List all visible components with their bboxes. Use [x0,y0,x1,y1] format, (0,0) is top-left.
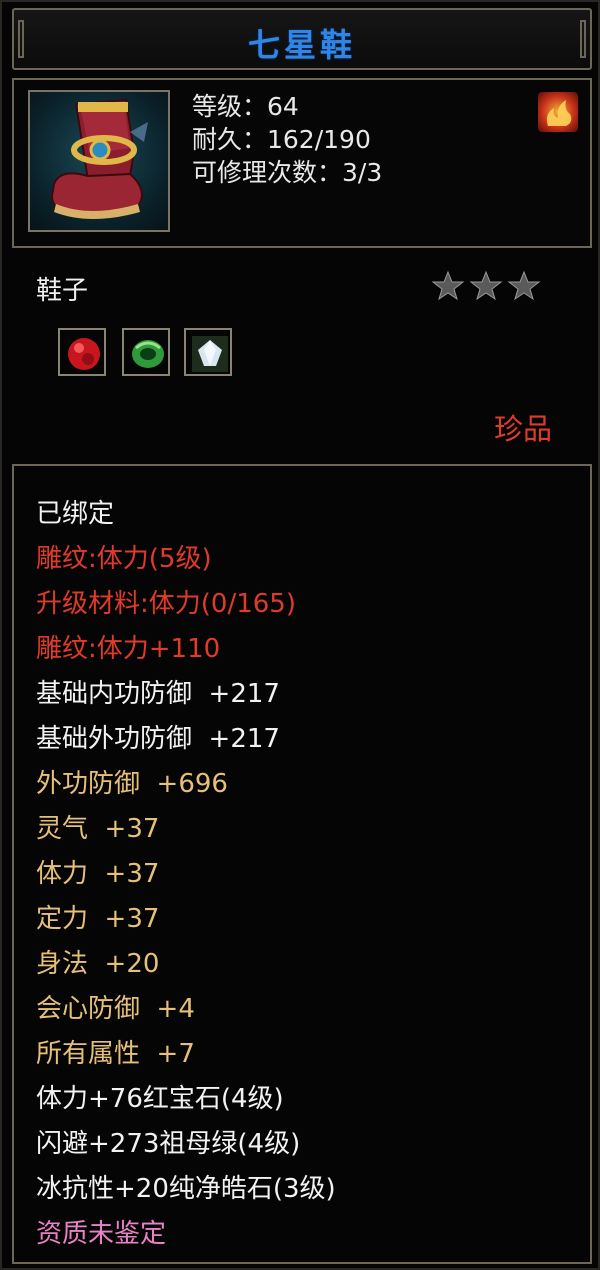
ruby-gem-icon[interactable] [58,328,106,376]
rarity-label: 珍品 [493,412,552,446]
attribute-line: 升级材料:体力(0/165) [36,589,296,619]
gem-bonus-line: 闪避+273祖母绿(4级) [36,1129,301,1159]
gem-bonus-line: 冰抗性+20纯净皓石(3级) [36,1174,336,1204]
attribute-line: 身法 +20 [36,949,160,979]
attribute-panel: 已绑定 雕纹:体力(5级) 升级材料:体力(0/165) 雕纹:体力+110 基… [12,464,592,1264]
attribute-line: 雕纹:体力(5级) [36,544,212,574]
item-header-panel: 等级：64 耐久：162/190 可修理次数：3/3 [12,78,592,248]
item-durability: 耐久：162/190 [192,125,371,154]
item-repair-count: 可修理次数：3/3 [192,158,383,187]
attribute-line: 会心防御 +4 [36,994,195,1024]
star-icon [469,270,503,301]
flame-icon [538,92,578,132]
aptitude-status: 资质未鉴定 [36,1219,167,1249]
emerald-gem-icon[interactable] [122,328,170,376]
item-tooltip: 七星鞋 等级：64 耐久：162/190 可修理次数：3/3 鞋子 珍品 已绑定… [0,0,600,1270]
star-rating [431,268,552,304]
attribute-line: 基础外功防御 +217 [36,724,280,754]
attribute-line: 外功防御 +696 [36,769,228,799]
diamond-gem-icon[interactable] [184,328,232,376]
attribute-line: 基础内功防御 +217 [36,679,280,709]
attribute-line: 体力 +37 [36,859,160,889]
attribute-line: 灵气 +37 [36,814,160,844]
attribute-line: 雕纹:体力+110 [36,634,221,664]
attribute-line: 已绑定 [36,499,115,529]
star-icon [507,270,541,301]
gem-bonus-line: 体力+76红宝石(4级) [36,1084,284,1114]
item-type: 鞋子 [36,276,89,306]
item-level: 等级：64 [192,92,299,121]
star-icon [431,270,465,301]
item-name: 七星鞋 [247,26,356,64]
attribute-line: 所有属性 +7 [36,1039,195,1069]
boots-icon [28,90,170,232]
tooltip-title-bar: 七星鞋 [12,8,592,70]
attribute-line: 定力 +37 [36,904,160,934]
